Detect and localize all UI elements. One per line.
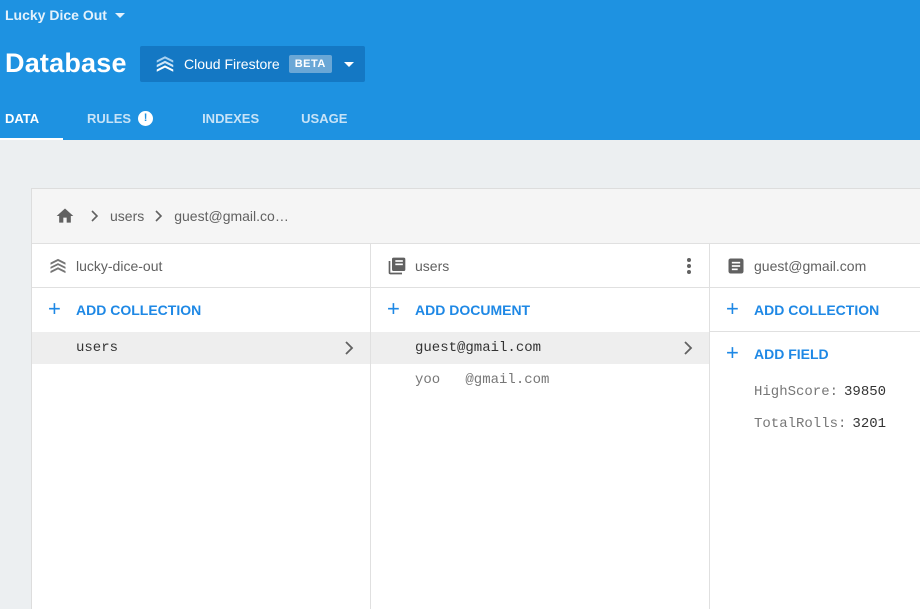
tab-label: DATA bbox=[5, 110, 40, 126]
column-title: guest@gmail.com bbox=[754, 257, 867, 274]
add-collection-button[interactable]: + ADD COLLECTION bbox=[32, 288, 370, 332]
list-item[interactable]: users bbox=[32, 332, 370, 364]
breadcrumb-item[interactable]: users bbox=[110, 208, 144, 224]
chevron-down-icon bbox=[343, 62, 354, 67]
chevron-right-icon bbox=[91, 210, 99, 222]
column-header: guest@gmail.com bbox=[710, 244, 920, 288]
breadcrumb-item[interactable]: guest@gmail.co… bbox=[174, 208, 289, 224]
chevron-down-icon bbox=[114, 13, 125, 18]
tab-rules[interactable]: RULES ! bbox=[63, 96, 175, 140]
action-label: ADD COLLECTION bbox=[76, 302, 202, 318]
add-icon: + bbox=[387, 296, 400, 321]
action-label: ADD COLLECTION bbox=[754, 301, 880, 318]
beta-badge: BETA bbox=[288, 55, 332, 73]
add-field-button[interactable]: + ADD FIELD bbox=[710, 332, 920, 376]
field-value: 39850 bbox=[844, 384, 887, 400]
field-value: 3201 bbox=[852, 416, 887, 432]
action-label: ADD FIELD bbox=[754, 346, 829, 362]
tab-label: INDEXES bbox=[202, 110, 260, 126]
list-item[interactable]: yoo @gmail.com bbox=[371, 364, 709, 396]
product-selector[interactable]: Cloud Firestore BETA bbox=[140, 46, 365, 82]
project-selector[interactable]: Lucky Dice Out bbox=[5, 7, 125, 23]
chevron-right-icon bbox=[155, 210, 163, 222]
tab-indexes[interactable]: INDEXES bbox=[175, 96, 281, 140]
root-column: lucky-dice-out + ADD COLLECTION users bbox=[32, 244, 371, 609]
column-title: lucky-dice-out bbox=[76, 257, 163, 274]
item-label: yoo @gmail.com bbox=[415, 372, 550, 388]
list-item[interactable]: guest@gmail.com bbox=[371, 332, 709, 364]
field-row[interactable]: TotalRolls: 3201 bbox=[710, 408, 920, 440]
chevron-right-icon bbox=[684, 341, 693, 355]
project-name: Lucky Dice Out bbox=[5, 7, 107, 23]
firestore-icon bbox=[156, 56, 174, 72]
more-vert-icon[interactable] bbox=[683, 256, 695, 276]
tab-data[interactable]: DATA bbox=[0, 96, 63, 140]
add-icon: + bbox=[48, 296, 61, 321]
tab-label: RULES bbox=[87, 110, 132, 126]
item-label: users bbox=[76, 340, 119, 356]
tab-bar: DATA RULES ! INDEXES USAGE bbox=[0, 96, 369, 140]
home-icon[interactable] bbox=[54, 206, 76, 226]
top-header: Lucky Dice Out Database Cloud Firestore … bbox=[0, 0, 920, 140]
add-icon: + bbox=[726, 340, 739, 365]
alert-icon: ! bbox=[138, 110, 154, 126]
document-icon bbox=[728, 258, 744, 273]
product-name: Cloud Firestore bbox=[184, 56, 280, 72]
item-label: guest@gmail.com bbox=[415, 340, 542, 356]
document-column: guest@gmail.com + ADD COLLECTION + ADD F… bbox=[710, 244, 920, 609]
column-title: users bbox=[415, 257, 450, 274]
tab-usage[interactable]: USAGE bbox=[281, 96, 369, 140]
add-document-button[interactable]: + ADD DOCUMENT bbox=[371, 288, 709, 332]
field-key: TotalRolls: bbox=[754, 416, 847, 432]
collection-icon bbox=[388, 257, 406, 274]
page-title: Database bbox=[5, 48, 127, 78]
tab-label: USAGE bbox=[301, 110, 348, 126]
column-header: users bbox=[371, 244, 709, 288]
field-row[interactable]: HighScore: 39850 bbox=[710, 376, 920, 408]
column-header: lucky-dice-out bbox=[32, 244, 370, 288]
data-panel: users guest@gmail.co… lucky-dice-out + A… bbox=[31, 188, 920, 609]
chevron-right-icon bbox=[345, 341, 354, 355]
action-label: ADD DOCUMENT bbox=[415, 302, 531, 318]
collection-column: users + ADD DOCUMENT guest@gmail.com yoo… bbox=[371, 244, 710, 609]
firestore-icon bbox=[50, 258, 66, 273]
add-icon: + bbox=[726, 295, 739, 321]
breadcrumb: users guest@gmail.co… bbox=[32, 189, 920, 244]
field-key: HighScore: bbox=[754, 384, 839, 400]
add-collection-button[interactable]: + ADD COLLECTION bbox=[710, 288, 920, 332]
